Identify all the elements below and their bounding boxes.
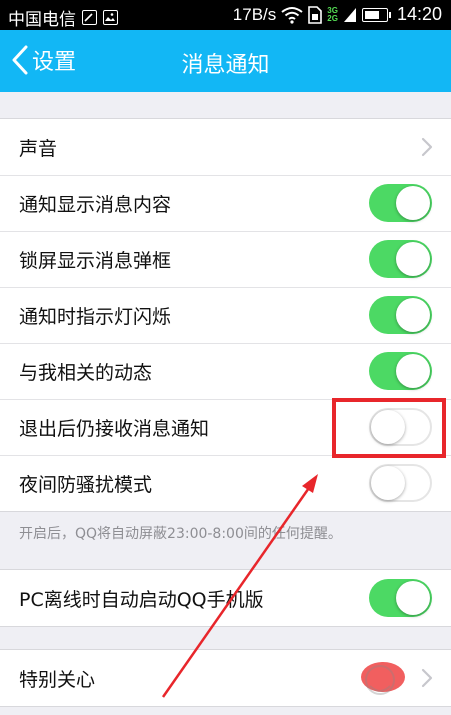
signal-icon	[343, 7, 356, 22]
network-2g-label: 2G	[327, 13, 338, 23]
toggle-knob	[396, 242, 430, 276]
toggle-indicator-light[interactable]	[369, 296, 432, 334]
battery-level	[364, 10, 379, 19]
row-label: 退出后仍接收消息通知	[19, 418, 210, 440]
toggle-knob	[396, 186, 430, 220]
network-speed: 17B/s	[232, 4, 277, 24]
row-label: 声音	[19, 138, 58, 160]
toggle-show-message-content[interactable]	[369, 184, 432, 222]
row-label: 特别关心	[19, 669, 96, 691]
night-mode-hint: 开启后，QQ将自动屏蔽23:00-8:00间的任何提醒。	[19, 526, 342, 542]
sim-card-icon	[308, 5, 323, 24]
carrier-name: 中国电信	[8, 10, 76, 29]
row-label: 与我相关的动态	[19, 362, 153, 384]
status-bar: 中国电信 17B/s 3G 2G 14:20	[0, 0, 451, 30]
settings-row-pc-offline-autostart: PC离线时自动启动QQ手机版	[0, 570, 451, 626]
battery-icon	[361, 7, 391, 22]
wifi-icon	[281, 6, 303, 24]
settings-row-special-care[interactable]: 特别关心	[0, 650, 451, 706]
settings-row-related-updates: 与我相关的动态	[0, 343, 451, 399]
row-label: PC离线时自动启动QQ手机版	[19, 589, 264, 611]
image-notification-icon	[103, 10, 118, 25]
clock: 14:20	[396, 4, 442, 24]
settings-row-night-mode: 夜间防骚扰模式	[0, 455, 451, 511]
settings-row-show-message-content: 通知显示消息内容	[0, 175, 451, 231]
toggle-knob	[396, 581, 430, 615]
chevron-right-icon	[421, 137, 433, 157]
page-title: 消息通知	[181, 53, 270, 78]
toggle-related-updates[interactable]	[369, 352, 432, 390]
toggle-knob	[396, 298, 430, 332]
settings-row-lockscreen-popup: 锁屏显示消息弹框	[0, 231, 451, 287]
settings-row-sound[interactable]: 声音	[0, 119, 451, 175]
settings-row-indicator-light: 通知时指示灯闪烁	[0, 287, 451, 343]
nav-bar: 设置 消息通知	[0, 30, 451, 92]
toggle-knob	[371, 466, 405, 500]
toggle-pc-offline-autostart[interactable]	[369, 579, 432, 617]
special-care-group: 特别关心	[0, 649, 451, 707]
settings-row-receive-after-exit: 退出后仍接收消息通知	[0, 399, 451, 455]
pc-offline-group: PC离线时自动启动QQ手机版	[0, 569, 451, 627]
row-label: 通知显示消息内容	[19, 194, 172, 216]
notification-settings-group: 声音 通知显示消息内容 锁屏显示消息弹框 通知时指示灯闪烁 与我相关的动态 退出…	[0, 118, 451, 512]
toggle-receive-after-exit[interactable]	[369, 408, 432, 446]
network-type-indicator: 3G 2G	[327, 6, 338, 23]
avatar	[361, 662, 405, 692]
row-label: 通知时指示灯闪烁	[19, 306, 172, 328]
toggle-knob	[371, 410, 405, 444]
toggle-night-mode[interactable]	[369, 464, 432, 502]
edit-notification-icon	[82, 10, 97, 25]
toggle-lockscreen-popup[interactable]	[369, 240, 432, 278]
row-label: 夜间防骚扰模式	[19, 474, 153, 496]
toggle-knob	[396, 354, 430, 388]
chevron-right-icon	[421, 668, 433, 688]
row-label: 锁屏显示消息弹框	[19, 250, 172, 272]
